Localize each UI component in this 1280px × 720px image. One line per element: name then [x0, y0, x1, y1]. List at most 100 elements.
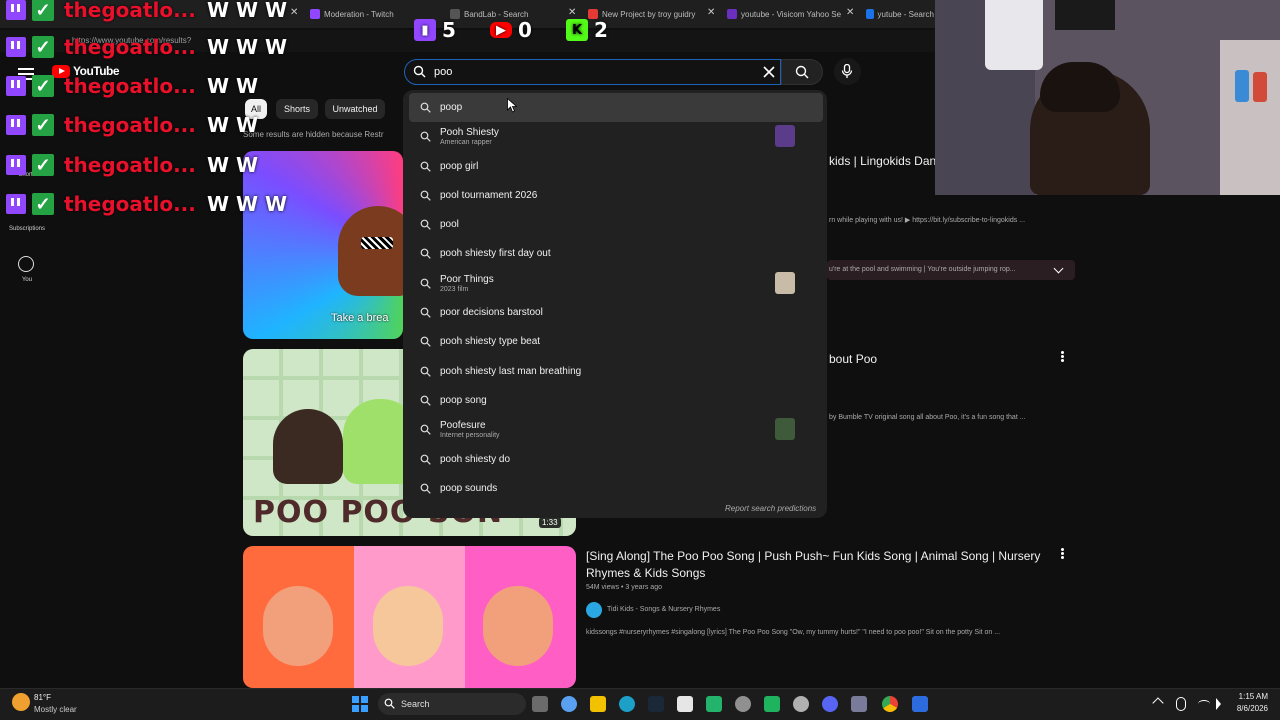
tab-yutube-search[interactable]: yutube - Search [866, 4, 934, 24]
suggestion-item[interactable]: Pooh Shiesty American rapper [409, 122, 823, 151]
channel-name[interactable]: Tidi Kids - Songs & Nursery Rhymes [607, 606, 720, 613]
kid-character-3 [483, 586, 553, 666]
kick-icon: K [566, 19, 588, 41]
checkmark-badge-icon: ✓ [32, 75, 54, 97]
weather-temp[interactable]: 81°F [34, 693, 51, 702]
suggestion-item[interactable]: poop [409, 93, 823, 122]
settings-icon[interactable] [735, 696, 751, 712]
chip-shorts[interactable]: Shorts [276, 99, 318, 119]
suggestion-item[interactable]: pooh shiesty first day out [409, 239, 823, 268]
weather-icon[interactable] [12, 693, 30, 711]
suggestion-subtitle: Internet personality [440, 432, 500, 439]
suggestion-item[interactable]: poop girl [409, 152, 823, 181]
kick-viewer-count: K 2 [566, 16, 608, 44]
suggestion-thumbnail [775, 418, 795, 440]
tab-moderation[interactable]: Moderation - Twitch [310, 4, 420, 24]
webcam-feed [935, 0, 1280, 195]
suggestion-text: poor decisions barstool [440, 307, 543, 318]
suggestion-thumbnail [775, 272, 795, 294]
suggestion-text: poop sounds [440, 483, 498, 494]
video-thumbnail-tidi-kids[interactable] [243, 546, 576, 688]
video-thumbnail-lingokids[interactable]: Take a brea [243, 151, 403, 339]
sidebar-item-subscriptions[interactable]: Subscriptions [0, 226, 54, 232]
channel-avatar[interactable] [586, 602, 602, 618]
chapter-bar[interactable]: u're at the pool and swimming | You're o… [827, 260, 1075, 280]
more-options-icon[interactable] [1061, 548, 1064, 559]
suggestion-item[interactable]: pool tournament 2026 [409, 181, 823, 210]
yahoo-icon [727, 9, 737, 19]
tab-close-icon[interactable]: ✕ [707, 7, 715, 18]
bandlab-icon[interactable] [764, 696, 780, 712]
checkmark-badge-icon: ✓ [32, 36, 54, 58]
edge-icon[interactable] [619, 696, 635, 712]
suggestion-item[interactable]: poor decisions barstool [409, 298, 823, 327]
clock-date[interactable]: 8/6/2026 [1226, 704, 1268, 713]
suggestion-text: pooh shiesty last man breathing [440, 366, 582, 377]
tab-close-icon[interactable]: ✕ [846, 7, 854, 18]
suggestion-text: poop girl [440, 161, 479, 172]
suggestion-text: pooh shiesty first day out [440, 248, 551, 259]
suggestion-text: Poor Things [440, 274, 494, 285]
search-input[interactable] [434, 63, 734, 81]
sunglasses-image [361, 237, 393, 249]
monitor-image [1055, 0, 1115, 30]
suggestion-text: poop [440, 102, 463, 113]
volume-icon[interactable] [1216, 698, 1226, 710]
chat-message: ✓ thegoatlo... W W W [6, 33, 287, 61]
search-icon [413, 65, 426, 78]
twitch-badge-icon [6, 115, 26, 135]
task-view-icon[interactable] [532, 696, 548, 712]
taskbar-search[interactable]: Search [378, 693, 526, 715]
shelf-image [1220, 40, 1280, 195]
file-explorer-icon[interactable] [590, 696, 606, 712]
search-icon [420, 190, 431, 201]
search-icon [420, 483, 431, 494]
twitch-badge-icon [6, 155, 26, 175]
user-circle-icon[interactable] [18, 256, 34, 272]
chip-unwatched[interactable]: Unwatched [325, 99, 385, 119]
steam-icon[interactable] [648, 696, 664, 712]
search-icon [420, 424, 431, 435]
suggestion-item[interactable]: pooh shiesty type beat [409, 327, 823, 356]
search-icon [420, 336, 431, 347]
copilot-icon[interactable] [561, 696, 577, 712]
gear-icon[interactable] [793, 696, 809, 712]
obs-app-icon[interactable] [912, 696, 928, 712]
search-icon [420, 454, 431, 465]
suggestion-item[interactable]: poop song [409, 386, 823, 415]
suggestion-item[interactable]: pooh shiesty last man breathing [409, 357, 823, 386]
chapter-text: u're at the pool and swimming | You're o… [829, 266, 1016, 273]
chrome-icon[interactable] [882, 696, 898, 712]
result-title[interactable]: kids | Lingokids Dan [829, 153, 936, 170]
microphone-icon[interactable] [1176, 697, 1186, 711]
windows-start-icon[interactable] [352, 696, 368, 712]
tab-yahoo-search[interactable]: youtube - Visicom Yahoo Se [727, 4, 845, 24]
chevron-down-icon[interactable] [1053, 263, 1064, 274]
app-icon[interactable] [706, 696, 722, 712]
chat-username: thegoatlo... [64, 0, 196, 22]
tab-close-icon[interactable]: ✕ [290, 7, 298, 18]
store-icon[interactable] [677, 696, 693, 712]
clear-search-icon[interactable] [763, 66, 775, 78]
weather-desc[interactable]: Mostly clear [34, 705, 77, 714]
more-options-icon[interactable] [1061, 351, 1064, 362]
app-icon[interactable] [851, 696, 867, 712]
result-title[interactable]: bout Poo [829, 351, 877, 368]
search-icon [420, 131, 431, 142]
report-search-predictions-link[interactable]: Report search predictions [725, 504, 816, 513]
suggestion-item[interactable]: Poofesure Internet personality [409, 415, 823, 444]
sidebar-item-you[interactable]: You [0, 277, 54, 283]
discord-icon[interactable] [822, 696, 838, 712]
search-icon [420, 161, 431, 172]
suggestion-item[interactable]: pooh shiesty do [409, 445, 823, 474]
clock-time[interactable]: 1:15 AM [1226, 692, 1268, 701]
wifi-icon[interactable] [1198, 700, 1210, 708]
suggestion-item[interactable]: poop sounds [409, 474, 823, 503]
suggestion-item[interactable]: Poor Things 2023 film [409, 269, 823, 298]
chat-message: ✓ thegoatlo... W W [6, 151, 258, 179]
result-title[interactable]: [Sing Along] The Poo Poo Song | Push Pus… [586, 548, 1046, 582]
restricted-note: Some results are hidden because Restr [243, 130, 384, 139]
suggestion-text: pool tournament 2026 [440, 190, 538, 201]
suggestion-item[interactable]: pool [409, 210, 823, 239]
checkmark-badge-icon: ✓ [32, 114, 54, 136]
